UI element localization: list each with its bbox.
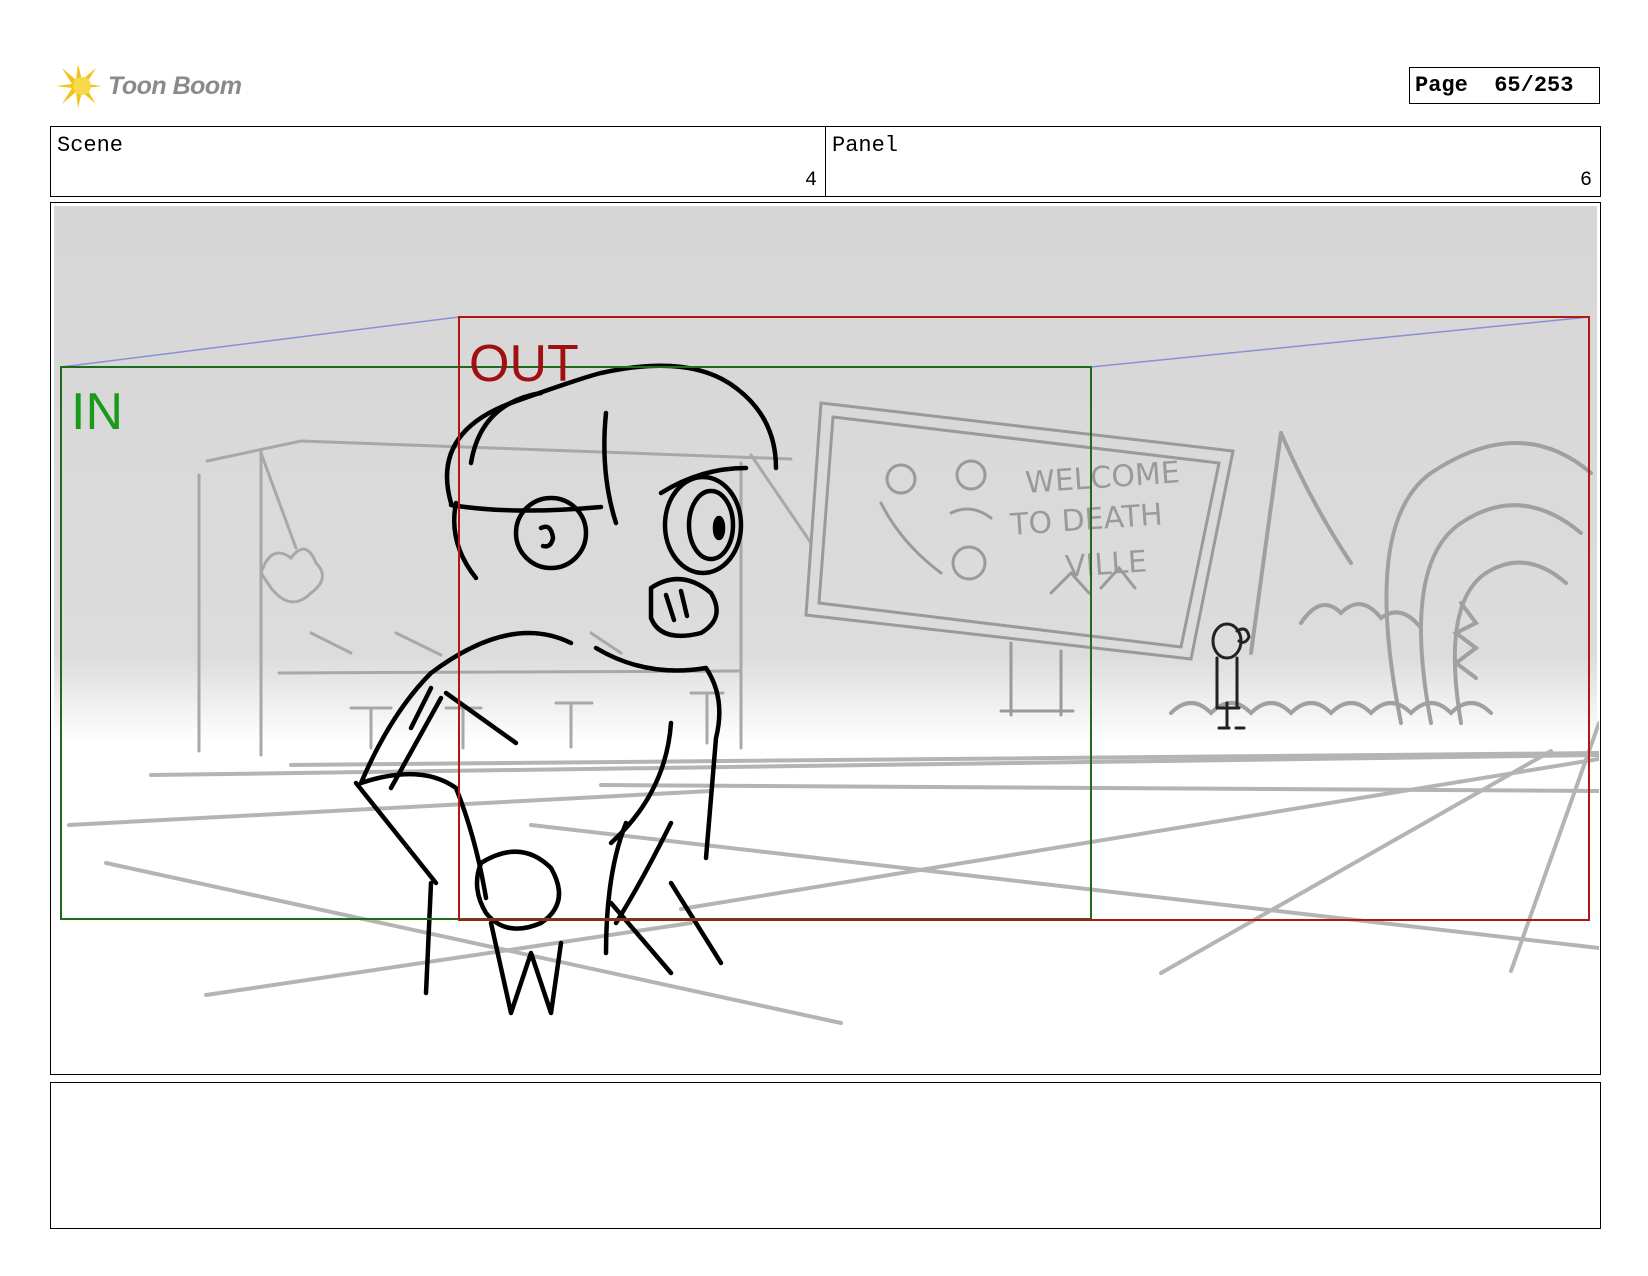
in-frame-label: IN (71, 383, 123, 441)
storyboard-panel: WELCOME TO DEATH VILLE IN OUT (50, 202, 1601, 1075)
scene-label: Scene (57, 133, 124, 158)
panel-label: Panel (832, 133, 899, 158)
scene-cell: Scene 4 (51, 127, 825, 196)
out-frame-label: OUT (469, 335, 579, 393)
page-label: Page (1415, 73, 1468, 98)
panel-number: 6 (1579, 169, 1592, 192)
storyboard-drawing: WELCOME TO DEATH VILLE IN OUT (54, 206, 1599, 1071)
panel-cell: Panel 6 (825, 127, 1600, 196)
starburst-icon (56, 64, 102, 108)
brand-name: Toon Boom (108, 71, 242, 100)
toon-boom-logo: Toon Boom (52, 58, 242, 114)
page-indicator: Page 65/253 (1409, 67, 1600, 104)
background-gradient (54, 206, 1597, 1071)
scene-panel-header: Scene 4 Panel 6 (50, 126, 1601, 197)
page-number: 65/253 (1494, 73, 1574, 98)
panel-notes-box (50, 1082, 1601, 1229)
billboard-line-3: VILLE (1064, 544, 1148, 585)
scene-number: 4 (804, 169, 817, 192)
